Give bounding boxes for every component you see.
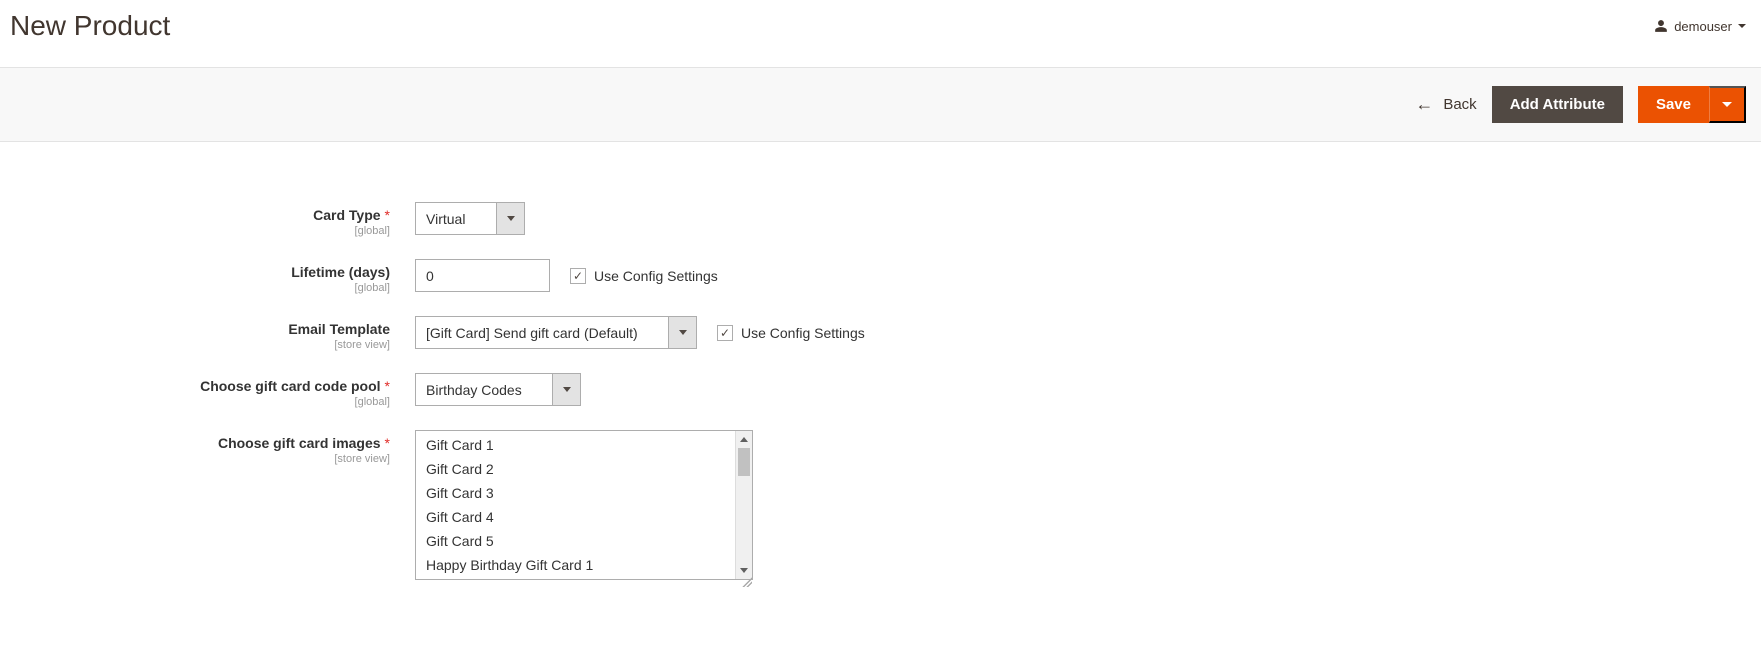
triangle-down-icon [740, 568, 748, 573]
save-button[interactable]: Save [1638, 86, 1709, 123]
list-item[interactable]: Happy Birthday Gift Card 1 [416, 553, 752, 577]
images-scope: [store view] [15, 453, 390, 465]
email-template-value: [Gift Card] Send gift card (Default) [416, 317, 668, 348]
lifetime-scope: [global] [15, 282, 390, 294]
list-item[interactable]: Gift Card 4 [416, 505, 752, 529]
user-name: demouser [1674, 19, 1732, 34]
resize-handle[interactable] [739, 574, 753, 588]
page-title: New Product [10, 10, 170, 42]
required-marker: * [385, 435, 390, 451]
lifetime-use-config-checkbox[interactable]: ✓ [570, 268, 586, 284]
required-marker: * [385, 378, 390, 394]
list-item[interactable]: Gift Card 2 [416, 457, 752, 481]
card-type-select[interactable]: Virtual [415, 202, 525, 235]
email-template-select[interactable]: [Gift Card] Send gift card (Default) [415, 316, 697, 349]
card-type-scope: [global] [15, 225, 390, 237]
user-icon [1654, 19, 1668, 33]
email-template-use-config-checkbox[interactable]: ✓ [717, 325, 733, 341]
code-pool-select[interactable]: Birthday Codes [415, 373, 581, 406]
lifetime-input[interactable] [415, 259, 550, 292]
lifetime-use-config-label: Use Config Settings [594, 268, 718, 284]
chevron-down-icon [496, 203, 524, 234]
card-type-value: Virtual [416, 203, 496, 234]
triangle-up-icon [740, 437, 748, 442]
chevron-down-icon [1738, 24, 1746, 28]
save-dropdown-button[interactable] [1709, 86, 1746, 123]
card-type-label: Card Type [313, 207, 380, 223]
check-icon: ✓ [573, 269, 583, 283]
lifetime-label: Lifetime (days) [291, 264, 390, 280]
code-pool-value: Birthday Codes [416, 374, 552, 405]
images-label: Choose gift card images [218, 435, 381, 451]
scroll-thumb[interactable] [738, 448, 750, 476]
user-menu[interactable]: demouser [1654, 19, 1746, 34]
chevron-down-icon [552, 374, 580, 405]
arrow-left-icon: ← [1415, 94, 1433, 115]
scrollbar[interactable] [735, 431, 752, 579]
required-marker: * [385, 207, 390, 223]
list-item[interactable]: Gift Card 1 [416, 433, 752, 457]
chevron-down-icon [1722, 102, 1732, 107]
add-attribute-button[interactable]: Add Attribute [1492, 86, 1623, 123]
code-pool-label: Choose gift card code pool [200, 378, 380, 394]
back-label: Back [1443, 96, 1476, 113]
scroll-up-button[interactable] [736, 431, 752, 448]
list-item[interactable]: Gift Card 3 [416, 481, 752, 505]
check-icon: ✓ [720, 326, 730, 340]
code-pool-scope: [global] [15, 396, 390, 408]
back-button[interactable]: ← Back [1415, 94, 1476, 115]
list-item[interactable]: Gift Card 5 [416, 529, 752, 553]
email-template-use-config-label: Use Config Settings [741, 325, 865, 341]
email-template-scope: [store view] [15, 339, 390, 351]
chevron-down-icon [668, 317, 696, 348]
images-listbox[interactable]: Gift Card 1 Gift Card 2 Gift Card 3 Gift… [415, 430, 753, 580]
email-template-label: Email Template [288, 321, 390, 337]
